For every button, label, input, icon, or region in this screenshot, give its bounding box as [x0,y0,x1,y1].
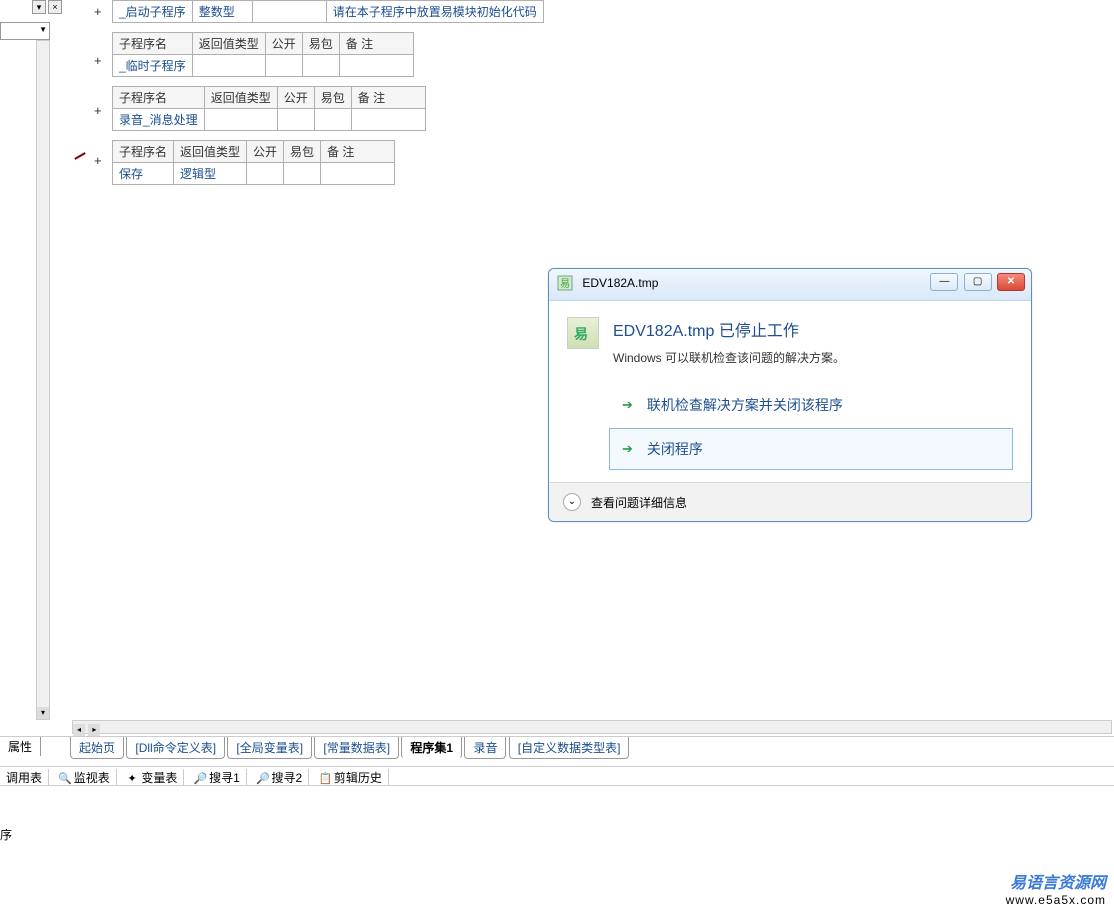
header-pkg: 易包 [302,33,339,55]
expand-icon[interactable]: + [94,153,102,168]
svg-text:易: 易 [560,278,570,290]
minimize-button[interactable]: — [930,273,958,291]
tab-prog1[interactable]: 程序集1 [401,737,462,759]
tool-call-table[interactable]: 调用表 [0,769,49,786]
scroll-left-icon[interactable]: ◂ [73,724,85,736]
cell-name[interactable]: 录音_消息处理 [113,109,205,131]
arrow-icon: ➔ [622,397,633,413]
cell[interactable] [351,109,425,131]
subroutine-table-4[interactable]: 子程序名 返回值类型 公开 易包 备 注 保存 逻辑型 [112,140,395,185]
tab-custom[interactable]: [自定义数据类型表] [509,737,630,759]
header-pub: 公开 [277,87,314,109]
cell-name[interactable]: _临时子程序 [113,55,193,77]
sidebar: ▾ × ▾ [0,0,62,732]
header-pkg: 易包 [314,87,351,109]
sidebar-scrollbar[interactable]: ▾ [36,40,50,720]
sidebar-close-button[interactable]: × [48,0,62,14]
cell[interactable] [252,1,326,23]
tab-global[interactable]: [全局变量表] [227,737,312,759]
expand-icon[interactable]: + [94,103,102,118]
expand-details-button[interactable]: ⌄ [563,493,581,511]
sidebar-combo[interactable] [0,22,50,40]
dialog-title: EDV182A.tmp [582,276,658,290]
scroll-right-icon[interactable]: ▸ [88,724,100,736]
tool-search2[interactable]: 🔎 搜寻2 [250,769,309,786]
watermark-title: 易语言资源网 [1006,869,1106,893]
cell[interactable] [265,55,302,77]
header-pub: 公开 [265,33,302,55]
tab-rec[interactable]: 录音 [464,737,506,759]
cell[interactable] [302,55,339,77]
cell[interactable] [192,55,265,77]
cell-type[interactable]: 逻辑型 [174,163,247,185]
tool-search1[interactable]: 🔎 搜寻1 [188,769,247,786]
magnifier-icon: 🔍 [58,772,70,785]
details-label[interactable]: 查看问题详细信息 [591,494,687,511]
cell[interactable] [314,109,351,131]
tool-watch[interactable]: 🔍 监视表 [52,769,116,786]
status-text: 序 [0,826,12,843]
dialog-heading: EDV182A.tmp 已停止工作 [613,317,845,341]
expand-icon[interactable]: + [94,4,102,19]
maximize-button[interactable]: ▢ [964,273,992,291]
header-remark: 备 注 [351,87,425,109]
app-icon: 易 [557,275,573,291]
edit-marker-icon [74,150,86,160]
clip-icon: 📋 [319,772,331,785]
header-pkg: 易包 [284,141,321,163]
sidebar-dropdown-button[interactable]: ▾ [32,0,46,14]
search-icon: 🔎 [194,772,206,785]
arrow-icon: ➔ [622,441,633,457]
option-close-program[interactable]: ➔ 关闭程序 [609,428,1013,470]
properties-label[interactable]: 属性 [0,737,41,756]
cell-type[interactable]: 整数型 [192,1,252,23]
tab-const[interactable]: [常量数据表] [314,737,399,759]
cell[interactable] [321,163,395,185]
header-type: 返回值类型 [192,33,265,55]
cell[interactable] [247,163,284,185]
scroll-down-icon[interactable]: ▾ [37,707,49,719]
header-type: 返回值类型 [174,141,247,163]
cell[interactable] [284,163,321,185]
header-remark: 备 注 [321,141,395,163]
cell-name[interactable]: _启动子程序 [113,1,193,23]
tab-bar: 属性 起始页 [Dll命令定义表] [全局变量表] [常量数据表] 程序集1 录… [0,736,1114,754]
search-icon: 🔎 [256,772,268,785]
app-large-icon [567,317,599,349]
subroutine-table-2[interactable]: 子程序名 返回值类型 公开 易包 备 注 _临时子程序 [112,32,414,77]
subroutine-table-3[interactable]: 子程序名 返回值类型 公开 易包 备 注 录音_消息处理 [112,86,426,131]
crash-dialog: 易 EDV182A.tmp — ▢ ✕ EDV182A.tmp 已停止工作 Wi… [548,268,1032,522]
var-icon: ✦ [126,772,138,785]
tab-start[interactable]: 起始页 [70,737,124,759]
cell[interactable] [204,109,277,131]
header-name: 子程序名 [113,87,205,109]
watermark-url: www.e5a5x.com [1006,893,1106,907]
tab-dll[interactable]: [Dll命令定义表] [126,737,225,759]
bottom-toolbar: 调用表 🔍 监视表 ✦ 变量表 🔎 搜寻1 🔎 搜寻2 📋 剪辑历史 [0,766,1114,786]
cell[interactable] [277,109,314,131]
tool-clip[interactable]: 📋 剪辑历史 [313,769,389,786]
cell-name[interactable]: 保存 [113,163,174,185]
cell-comment[interactable]: 请在本子程序中放置易模块初始化代码 [326,1,543,23]
header-pub: 公开 [247,141,284,163]
subroutine-table-1[interactable]: _启动子程序 整数型 请在本子程序中放置易模块初始化代码 [112,0,544,23]
option-check-online[interactable]: ➔ 联机检查解决方案并关闭该程序 [609,384,1013,426]
header-name: 子程序名 [113,141,174,163]
header-remark: 备 注 [339,33,413,55]
dialog-subtext: Windows 可以联机检查该问题的解决方案。 [613,349,845,366]
header-type: 返回值类型 [204,87,277,109]
watermark: 易语言资源网 www.e5a5x.com [1006,869,1106,907]
tool-var[interactable]: ✦ 变量表 [120,769,184,786]
header-name: 子程序名 [113,33,193,55]
expand-icon[interactable]: + [94,53,102,68]
horizontal-scrollbar[interactable]: ◂ ▸ [72,720,1112,734]
dialog-titlebar[interactable]: 易 EDV182A.tmp — ▢ ✕ [549,269,1031,301]
cell[interactable] [339,55,413,77]
close-button[interactable]: ✕ [997,273,1025,291]
